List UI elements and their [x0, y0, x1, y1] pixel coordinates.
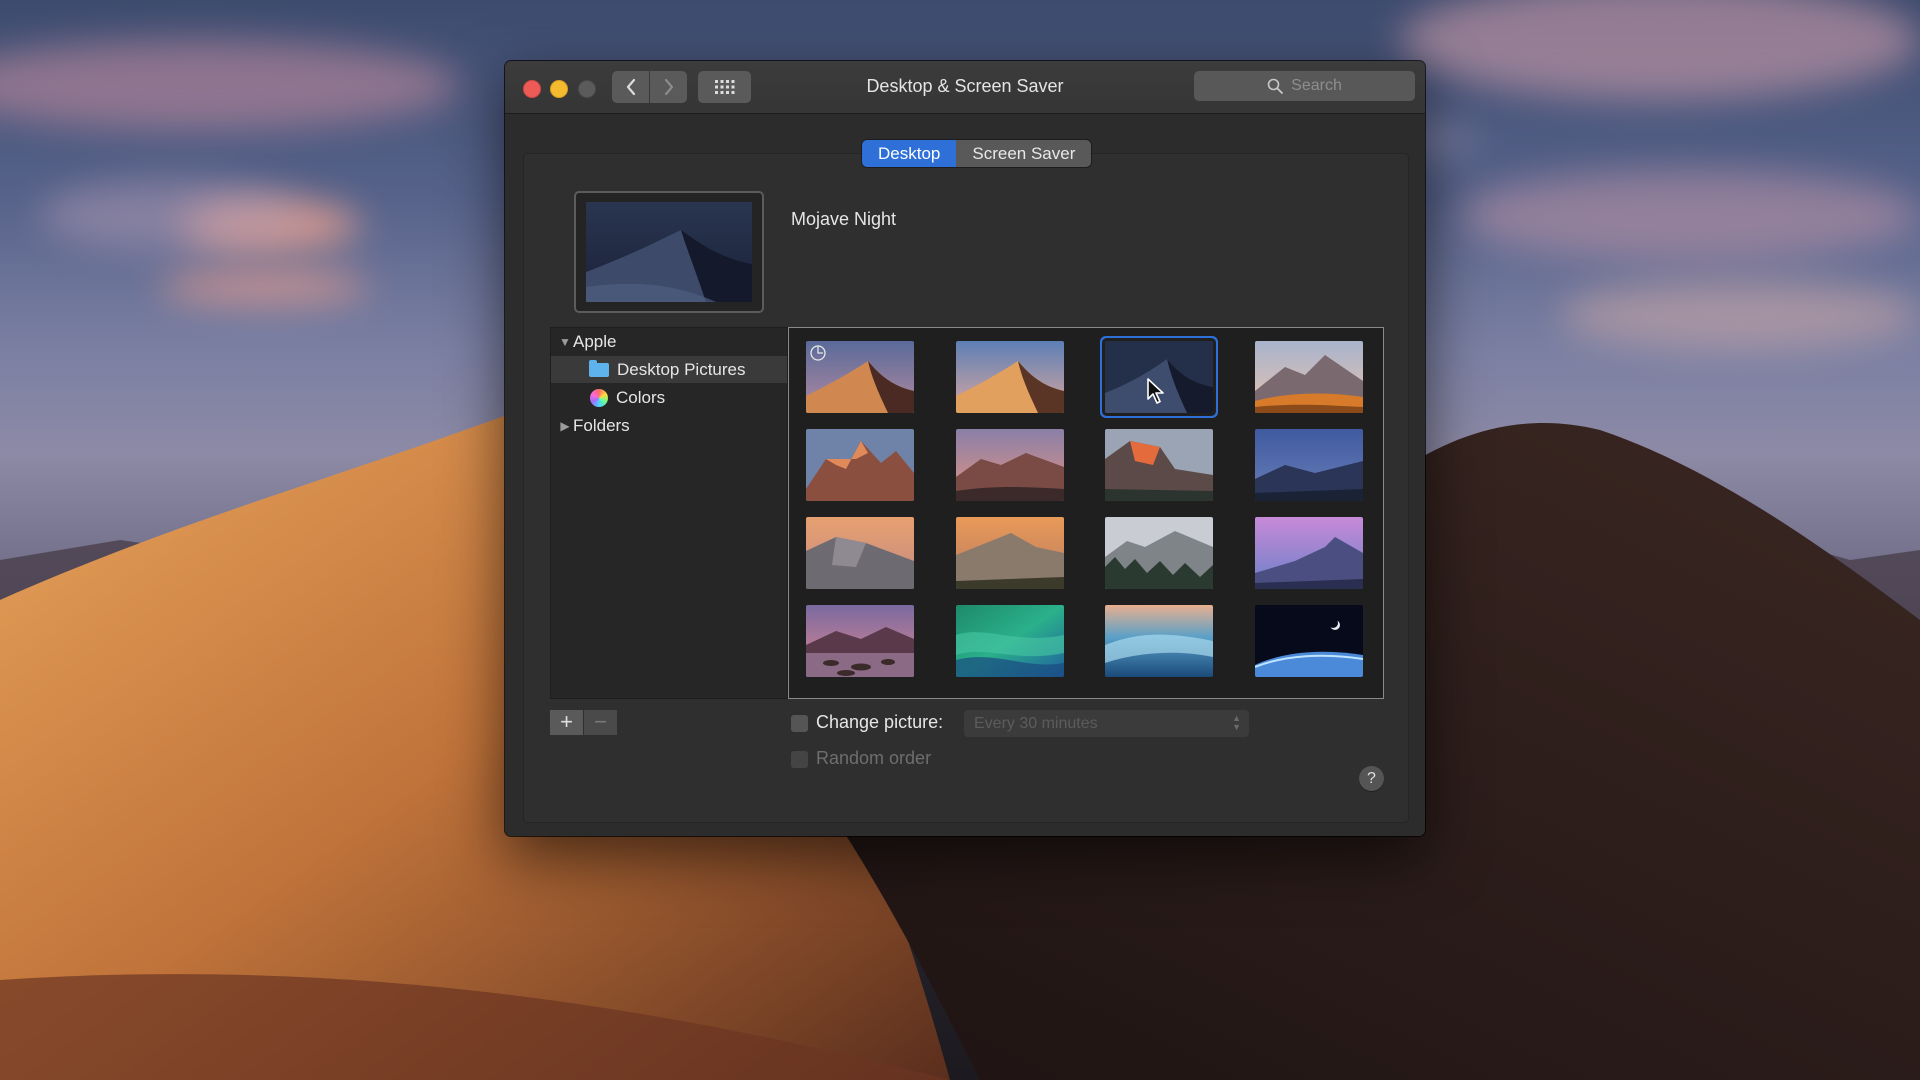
sidebar-item-label: Apple — [573, 331, 617, 351]
change-picture-checkbox[interactable] — [791, 715, 808, 732]
title-bar: Desktop & Screen Saver Search — [505, 61, 1425, 114]
search-placeholder: Search — [1291, 77, 1342, 94]
tab-control: Desktop Screen Saver — [862, 140, 1092, 167]
sidebar-item-folders[interactable]: ▶ Folders — [551, 412, 787, 439]
change-interval-popup[interactable]: Every 30 minutes ▲ ▼ — [964, 710, 1249, 737]
sidebar-item-label: Folders — [573, 415, 630, 435]
wallpaper-thumbnail-mojave-day[interactable] — [956, 341, 1064, 413]
wallpaper-thumbnail-high-sierra[interactable] — [1255, 341, 1363, 413]
folder-icon — [589, 359, 609, 377]
random-order-label: Random order — [816, 748, 932, 768]
wallpaper-thumbnail-sierra[interactable] — [806, 429, 914, 501]
add-folder-button[interactable]: + — [550, 710, 583, 735]
sidebar-item-apple[interactable]: ▼ Apple — [551, 328, 787, 355]
random-order-checkbox[interactable] — [791, 751, 808, 768]
wallpaper-thumbnail-el-capitan[interactable] — [1105, 429, 1213, 501]
wallpaper-thumbnail-mojave-dynamic[interactable] — [806, 341, 914, 413]
wallpaper-thumbnail-wave-green[interactable] — [956, 605, 1064, 677]
search-field[interactable]: Search — [1194, 71, 1415, 101]
mouse-pointer-icon — [1147, 378, 1164, 404]
disclosure-open-icon[interactable]: ▼ — [557, 335, 573, 349]
wallpaper-grid — [788, 327, 1384, 699]
color-wheel-icon — [590, 388, 608, 407]
wallpaper-name: Mojave Night — [791, 209, 897, 229]
disclosure-closed-icon[interactable]: ▶ — [557, 419, 573, 433]
wallpaper-thumbnail-yosemite[interactable] — [806, 517, 914, 589]
source-list: ▼ Apple Desktop Pictures Colors ▶ Folder… — [550, 327, 788, 699]
add-remove-buttons: + − — [550, 710, 617, 735]
change-interval-value: Every 30 minutes — [974, 715, 1098, 732]
wallpaper-thumbnail-wave-blue[interactable] — [1105, 605, 1213, 677]
preferences-window: Desktop & Screen Saver Search Desktop Sc… — [505, 61, 1425, 836]
wallpaper-thumbnail-sierra-2[interactable] — [956, 429, 1064, 501]
sidebar-item-label: Desktop Pictures — [617, 359, 746, 379]
sidebar-item-colors[interactable]: Colors — [551, 384, 787, 411]
content-panel: Desktop Screen Saver Mojave Night ▼ Appl… — [523, 140, 1409, 823]
wallpaper-thumbnail-yosemite-3[interactable] — [1105, 517, 1213, 589]
wallpaper-thumbnail-yosemite-2[interactable] — [956, 517, 1064, 589]
wallpaper-thumbnail-earth-horizon[interactable] — [1255, 605, 1363, 677]
mojave-night-preview-image — [586, 202, 752, 302]
wallpaper-thumbnail-yosemite-4[interactable] — [1255, 517, 1363, 589]
wallpaper-preview — [574, 191, 764, 313]
wallpaper-thumbnail-mavericks-lake[interactable] — [806, 605, 914, 677]
sidebar-item-desktop-pictures[interactable]: Desktop Pictures — [551, 356, 787, 383]
wallpaper-thumbnail-el-capitan-2[interactable] — [1255, 429, 1363, 501]
help-button[interactable]: ? — [1359, 766, 1384, 791]
change-picture-label: Change picture: — [816, 712, 944, 732]
remove-folder-button[interactable]: − — [584, 710, 617, 735]
popup-arrows-icon: ▲ ▼ — [1232, 713, 1241, 732]
search-icon — [1267, 78, 1284, 94]
tab-desktop[interactable]: Desktop — [862, 140, 957, 167]
sidebar-item-label: Colors — [616, 387, 666, 407]
tab-screen-saver[interactable]: Screen Saver — [956, 140, 1092, 167]
